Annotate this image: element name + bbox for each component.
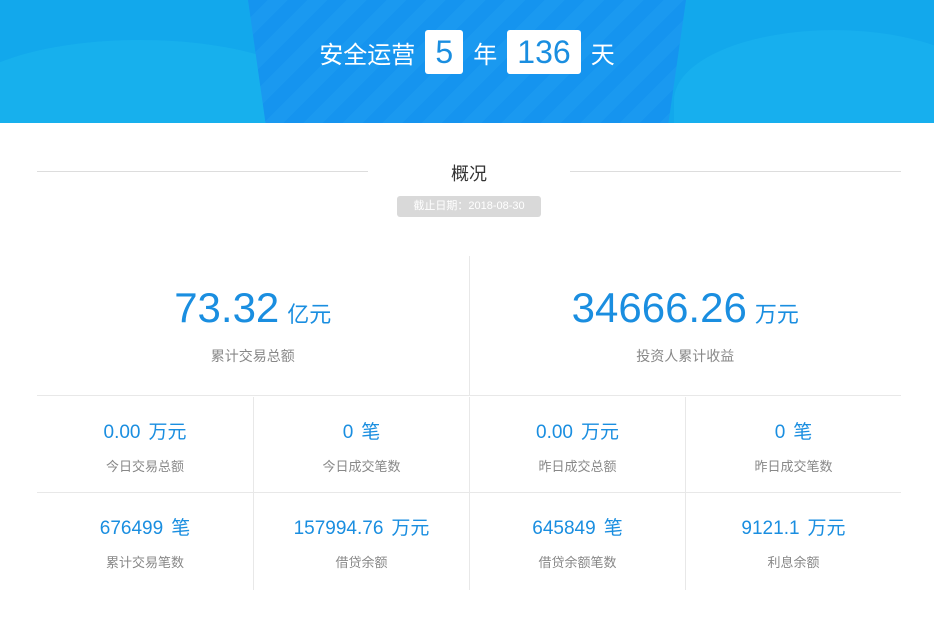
stats-grid: 0.00万元今日交易总额 0笔今日成交笔数 0.00万元昨日成交总额 0笔昨日成… [37,397,901,590]
stat-label: 累计交易总额 [37,346,469,366]
divider [570,171,901,172]
stat-value: 0 [343,422,354,443]
stat-value: 9121.1 [741,518,799,539]
overview-header: 概况 [37,160,901,184]
stat-label: 利息余额 [686,552,901,571]
stat-value: 0.00 [536,422,573,443]
banner: 安全运营 5 年 136 天 [0,0,934,123]
stat-unit: 万元 [581,422,619,443]
operation-prefix: 安全运营 [319,35,415,70]
years-value: 5 [425,30,463,74]
years-unit: 年 [473,35,497,70]
operation-duration: 安全运营 5 年 136 天 [0,30,934,74]
stat-label: 借贷余额 [254,552,469,571]
stat-cell: 676499 笔累计交易笔数 [37,493,253,590]
stat-value: 34666.26 [572,284,747,331]
stat-unit: 笔 [171,518,190,539]
stat-unit: 笔 [793,422,812,443]
stat-unit: 亿元 [287,302,331,327]
days-value: 136 [507,30,580,74]
stat-investor-earnings: 34666.26 万元 投资人累计收益 [469,256,902,395]
stat-unit: 万元 [755,302,799,327]
stat-cell: 0笔昨日成交笔数 [685,397,901,493]
stat-unit: 笔 [361,422,380,443]
days-unit: 天 [591,35,615,70]
stat-value: 676499 [100,518,163,539]
stat-cell: 9121.1 万元利息余额 [685,493,901,590]
stat-cell: 0.00 万元今日交易总额 [37,397,253,493]
stat-unit: 万元 [148,422,186,443]
stat-label: 今日交易总额 [37,456,253,475]
stat-total-transaction: 73.32 亿元 累计交易总额 [37,256,469,395]
stat-value: 0 [775,422,786,443]
summary-stats: 73.32 亿元 累计交易总额 34666.26 万元 投资人累计收益 [37,256,901,396]
stat-label: 今日成交笔数 [254,456,469,475]
stat-label: 昨日成交总额 [470,456,685,475]
stat-value: 157994.76 [294,518,384,539]
stat-cell: 0笔今日成交笔数 [253,397,469,493]
cutoff-date-badge: 截止日期：2018-08-30 [397,196,541,217]
stat-unit: 笔 [604,518,623,539]
stat-cell: 157994.76 万元借贷余额 [253,493,469,590]
overview-title: 概况 [37,160,901,186]
stat-cell: 0.00 万元昨日成交总额 [469,397,685,493]
stat-value: 0.00 [104,422,141,443]
stat-unit: 万元 [808,518,846,539]
stat-value: 73.32 [174,284,279,331]
stat-label: 借贷余额笔数 [470,552,685,571]
stat-label: 投资人累计收益 [470,346,902,366]
stat-cell: 645849 笔借贷余额笔数 [469,493,685,590]
stat-label: 累计交易笔数 [37,552,253,571]
stat-label: 昨日成交笔数 [686,456,901,475]
stat-value: 645849 [532,518,595,539]
stat-unit: 万元 [391,518,429,539]
